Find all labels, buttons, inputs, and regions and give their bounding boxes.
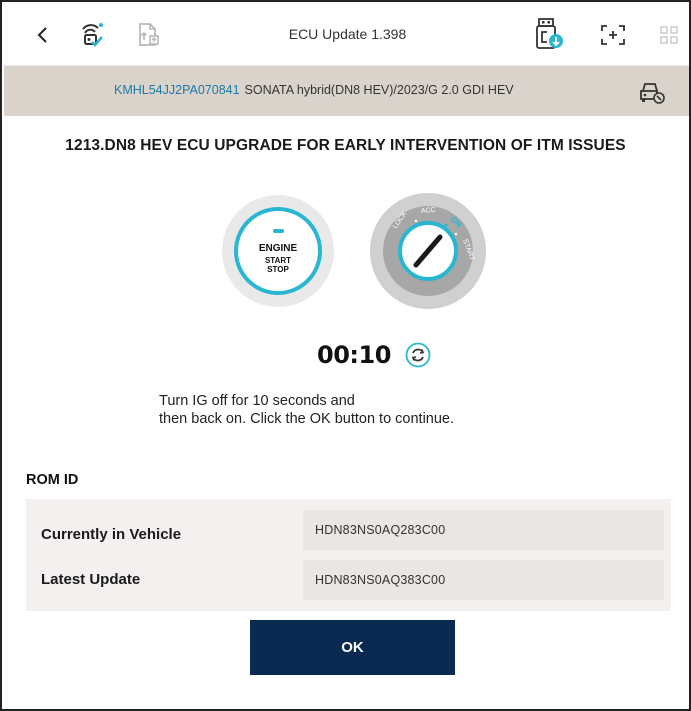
rom-current-value: HDN83NS0AQ283C00 xyxy=(315,523,446,537)
vin-text: KMHL54JJ2PA070841 xyxy=(114,83,240,97)
rom-id-title: ROM ID xyxy=(26,472,79,488)
vehicle-description: SONATA hybrid(DN8 HEV)/2023/G 2.0 GDI HE… xyxy=(244,83,514,97)
usb-device-button[interactable] xyxy=(532,16,568,52)
engine-start-stop-graphic: ENGINE START STOP xyxy=(222,195,334,307)
ignition-switch-icon: LOCK ACC ON START xyxy=(373,196,483,306)
rom-row-label: Currently in Vehicle xyxy=(41,526,182,543)
grid-menu-button[interactable] xyxy=(654,20,684,50)
app-frame: ECU Update 1.398 KMHL54JJ2PA070841 SONAT… xyxy=(0,0,691,711)
instruction-line-1: Turn IG off for 10 seconds and xyxy=(159,393,355,409)
usb-icon xyxy=(536,18,563,49)
ignition-position-acc: ACC xyxy=(421,207,436,215)
refresh-timer-button[interactable] xyxy=(405,342,431,368)
ok-button[interactable]: OK xyxy=(250,620,455,675)
countdown-row: 00:10 xyxy=(317,335,431,375)
instruction-text: Turn IG off for 10 seconds and then back… xyxy=(159,392,454,428)
vehicle-info-bar: KMHL54JJ2PA070841 SONATA hybrid(DN8 HEV)/… xyxy=(4,66,689,116)
refresh-icon xyxy=(405,342,431,368)
vehicle-settings-button[interactable] xyxy=(638,79,666,105)
engine-button-ring: ENGINE START STOP xyxy=(234,207,322,295)
engine-indicator-dash xyxy=(273,229,284,233)
start-stop-label: START STOP xyxy=(238,256,318,274)
grid-icon xyxy=(660,26,678,44)
car-settings-icon xyxy=(640,83,665,104)
rom-latest-value: HDN83NS0AQ383C00 xyxy=(315,573,446,587)
rom-row-label: Latest Update xyxy=(41,571,141,588)
vehicle-info: KMHL54JJ2PA070841 SONATA hybrid(DN8 HEV)/… xyxy=(114,83,514,97)
ignition-key-graphic: LOCK ACC ON START xyxy=(370,193,486,309)
capture-icon xyxy=(601,25,625,45)
rom-id-table: Currently in Vehicle HDN83NS0AQ283C00 La… xyxy=(26,499,671,611)
instruction-line-2: then back on. Click the OK button to con… xyxy=(159,411,455,427)
rom-value-field: HDN83NS0AQ383C00 xyxy=(303,560,664,600)
procedure-heading: 1213.DN8 HEV ECU UPGRADE FOR EARLY INTER… xyxy=(65,137,626,154)
countdown-timer: 00:10 xyxy=(317,341,391,369)
top-bar: ECU Update 1.398 xyxy=(4,4,689,66)
page-title: ECU Update 1.398 xyxy=(288,26,407,42)
rom-value-field: HDN83NS0AQ283C00 xyxy=(303,510,664,550)
capture-button[interactable] xyxy=(598,20,628,50)
stop-label: STOP xyxy=(267,265,289,274)
start-label: START xyxy=(264,256,292,265)
engine-label: ENGINE xyxy=(258,243,298,254)
